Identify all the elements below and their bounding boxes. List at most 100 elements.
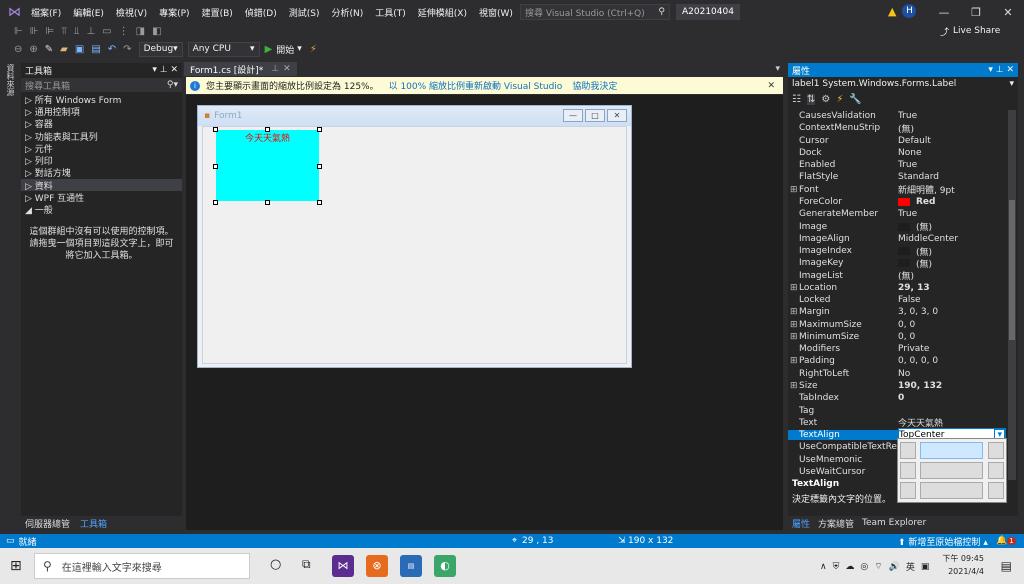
property-row[interactable]: Modifiers Private bbox=[788, 343, 1006, 355]
toolbox-category[interactable]: ▷ 對話方塊 bbox=[21, 167, 182, 179]
status-output-icon[interactable]: ▭ bbox=[6, 536, 15, 546]
property-value[interactable]: 190, 132 bbox=[898, 381, 1006, 391]
minimize-icon[interactable]: — bbox=[928, 6, 960, 19]
property-value[interactable]: 0, 0, 0, 0 bbox=[898, 356, 1006, 366]
property-row[interactable]: TabIndex 0 bbox=[788, 392, 1006, 404]
expand-icon[interactable]: ⊞ bbox=[790, 381, 798, 391]
property-row[interactable]: ImageAlign MiddleCenter bbox=[788, 233, 1006, 245]
property-row[interactable]: ImageKey (無) bbox=[788, 257, 1006, 270]
align-middleright-cell[interactable] bbox=[988, 462, 1004, 479]
menu-item[interactable]: 編輯(E) bbox=[73, 6, 104, 19]
property-value[interactable]: Private bbox=[898, 344, 1006, 354]
property-value[interactable]: Standard bbox=[898, 172, 1006, 182]
property-row[interactable]: ImageList (無) bbox=[788, 269, 1006, 283]
toolbox-category[interactable]: ▷ 列印 bbox=[21, 154, 182, 167]
property-row[interactable]: Image (無) bbox=[788, 220, 1006, 234]
menu-item[interactable]: 延伸模組(X) bbox=[418, 6, 467, 19]
expand-icon[interactable]: ⊞ bbox=[790, 356, 798, 366]
tab-server-explorer[interactable]: 伺服器總管 bbox=[25, 517, 70, 530]
resize-handle[interactable] bbox=[265, 200, 270, 205]
configuration-select[interactable]: Debug ▾ bbox=[138, 41, 183, 57]
vs-logo-icon[interactable]: ⋈ bbox=[8, 5, 21, 20]
forward-icon[interactable]: ⊕ bbox=[29, 44, 37, 55]
platform-select[interactable]: Any CPU ▾ bbox=[187, 41, 260, 57]
task-view-icon[interactable]: ⧉ bbox=[302, 557, 311, 572]
align-bottomleft-cell[interactable] bbox=[900, 482, 916, 499]
toolbox-category[interactable]: ▷ 通用控制項 bbox=[21, 105, 182, 118]
property-value[interactable]: (無) bbox=[898, 257, 1006, 270]
resize-handle[interactable] bbox=[265, 127, 270, 132]
wifi-icon[interactable]: ⌔ bbox=[874, 561, 882, 572]
expand-icon[interactable]: ⊞ bbox=[790, 307, 798, 317]
warning-icon[interactable]: ▲ bbox=[888, 5, 896, 18]
property-value[interactable]: No bbox=[898, 369, 1006, 379]
align-middlecenter-cell[interactable] bbox=[920, 462, 983, 479]
save-all-icon[interactable]: ▤ bbox=[91, 44, 100, 55]
align-middle-icon[interactable]: ⫫ bbox=[74, 26, 80, 37]
avatar[interactable]: H bbox=[902, 4, 917, 18]
property-value[interactable]: Red bbox=[898, 197, 1006, 207]
property-row[interactable]: ⊞ Font 新細明體, 9pt bbox=[788, 183, 1006, 197]
property-row[interactable]: Tag bbox=[788, 404, 1006, 416]
taskbar-search-input[interactable]: ⚲ 在這裡輸入文字來搜尋 bbox=[34, 553, 250, 579]
align-left-icon[interactable]: ⊩ bbox=[14, 26, 23, 37]
notifications-button[interactable]: 🔔 1 bbox=[996, 536, 1016, 546]
pin-icon[interactable]: ⊥ bbox=[996, 65, 1004, 75]
property-row[interactable]: Cursor Default bbox=[788, 135, 1006, 147]
pin-icon[interactable]: ⊥ bbox=[271, 64, 279, 74]
toolbox-category[interactable]: ▷ 容器 bbox=[21, 118, 182, 130]
expand-icon[interactable]: ⊞ bbox=[790, 283, 798, 293]
tab-form1-design[interactable]: Form1.cs [設計]* ⊥ ✕ bbox=[184, 62, 297, 76]
property-row[interactable]: CausesValidation True bbox=[788, 110, 1006, 122]
network-icon[interactable]: ◎ bbox=[860, 562, 868, 572]
same-size-icon[interactable]: ▭ bbox=[102, 26, 111, 37]
tab-team-explorer[interactable]: Team Explorer bbox=[862, 518, 926, 528]
property-row[interactable]: ⊞ Padding 0, 0, 0, 0 bbox=[788, 355, 1006, 367]
property-row[interactable]: RightToLeft No bbox=[788, 368, 1006, 380]
property-value[interactable]: 0, 0 bbox=[898, 320, 1006, 330]
property-row[interactable]: Enabled True bbox=[788, 159, 1006, 171]
property-row[interactable]: ⊞ MaximumSize 0, 0 bbox=[788, 319, 1006, 331]
categorized-icon[interactable]: ☷ bbox=[792, 94, 801, 105]
property-row[interactable]: ContextMenuStrip (無) bbox=[788, 122, 1006, 135]
dropdown-icon[interactable]: ▾ bbox=[988, 65, 993, 75]
resize-handle[interactable] bbox=[317, 200, 322, 205]
expand-icon[interactable]: ⊞ bbox=[790, 332, 798, 342]
action-center-icon[interactable]: ▤ bbox=[1001, 559, 1012, 573]
tab-solution-explorer[interactable]: 方案總管 bbox=[818, 517, 854, 530]
toolbox-category[interactable]: ▷ 元件 bbox=[21, 142, 182, 155]
open-folder-icon[interactable]: ▰ bbox=[60, 44, 68, 55]
spacing-icon[interactable]: ⋮ bbox=[119, 26, 129, 37]
menu-item[interactable]: 分析(N) bbox=[331, 6, 363, 19]
property-value[interactable]: True bbox=[898, 111, 1006, 121]
resize-handle[interactable] bbox=[213, 200, 218, 205]
toolbox-category[interactable]: ◢ 一般 bbox=[21, 204, 182, 216]
scrollbar-thumb[interactable] bbox=[1009, 200, 1015, 340]
align-bottomcenter-cell[interactable] bbox=[920, 482, 983, 499]
property-row[interactable]: Locked False bbox=[788, 294, 1006, 306]
start-button[interactable]: ▶ 開始 ▾ bbox=[265, 43, 302, 56]
save-icon[interactable]: ▣ bbox=[75, 44, 84, 55]
toolbox-category[interactable]: ▷ 資料 bbox=[21, 179, 182, 192]
align-top-icon[interactable]: ⫪ bbox=[61, 26, 67, 37]
back-icon[interactable]: ⊖ bbox=[14, 44, 22, 55]
property-row[interactable]: Dock None bbox=[788, 147, 1006, 159]
properties-icon[interactable]: ⚙ bbox=[821, 94, 830, 105]
property-value[interactable]: 0 bbox=[898, 393, 1006, 403]
close-icon[interactable]: ✕ bbox=[992, 6, 1024, 19]
visual-studio-taskbar-icon[interactable]: ⋈ bbox=[332, 555, 354, 577]
hot-reload-icon[interactable]: ⚡ bbox=[310, 44, 317, 55]
undo-icon[interactable]: ↶ bbox=[108, 44, 116, 55]
ime-indicator[interactable]: 英 bbox=[906, 560, 915, 573]
tab-list-dropdown-icon[interactable]: ▾ bbox=[775, 64, 780, 74]
property-row[interactable]: ⊞ Size 190, 132 bbox=[788, 380, 1006, 392]
property-pages-icon[interactable]: 🔧 bbox=[849, 94, 861, 105]
xampp-taskbar-icon[interactable]: ⊗ bbox=[366, 555, 388, 577]
property-row[interactable]: FlatStyle Standard bbox=[788, 171, 1006, 183]
property-row[interactable]: GenerateMember True bbox=[788, 208, 1006, 220]
close-icon[interactable]: ✕ bbox=[1006, 65, 1014, 75]
add-source-control-button[interactable]: ⬆ 新增至原始檔控制 ▴ bbox=[898, 535, 988, 548]
property-value[interactable]: 新細明體, 9pt bbox=[898, 183, 1006, 196]
tab-toolbox[interactable]: 工具箱 bbox=[80, 517, 107, 530]
align-center-icon[interactable]: ⊪ bbox=[30, 26, 39, 37]
